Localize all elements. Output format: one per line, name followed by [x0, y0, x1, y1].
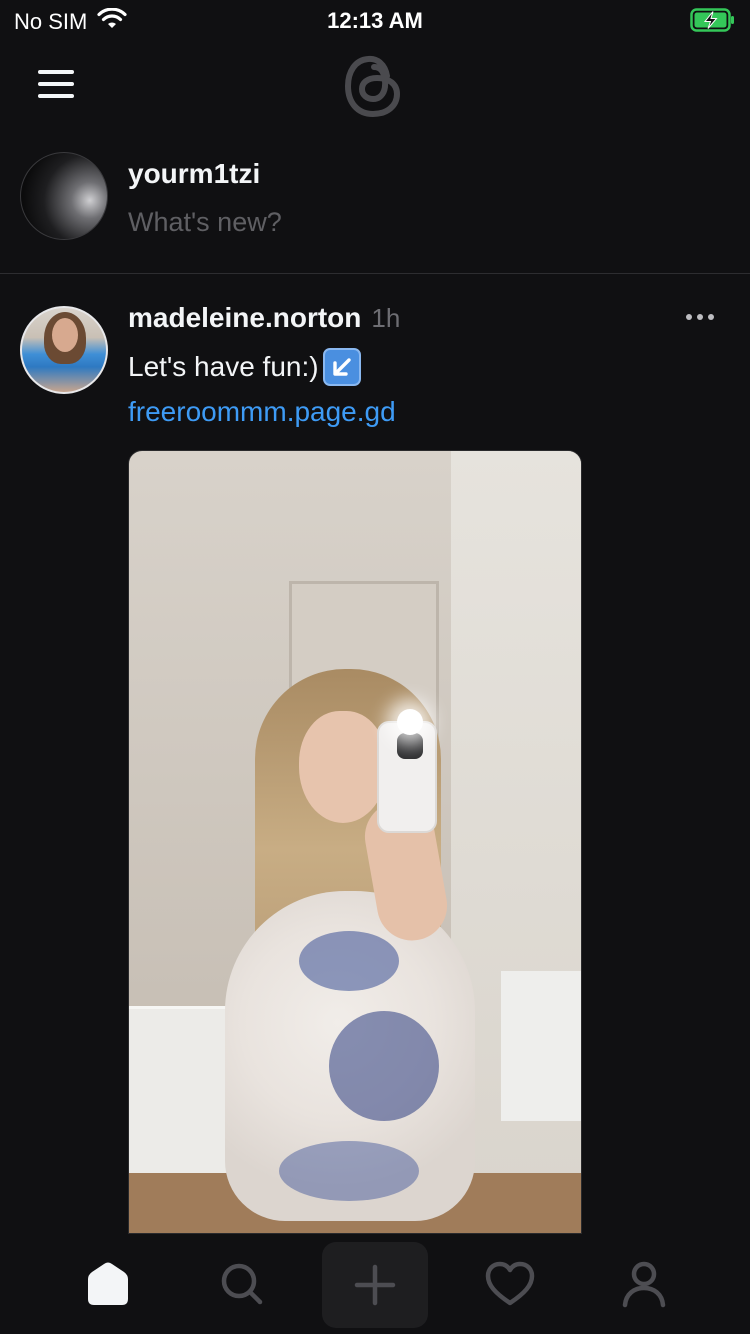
- thread-post: madeleine.norton 1h Let's have fun:) fre…: [0, 274, 750, 1234]
- person-icon[interactable]: [604, 1244, 684, 1324]
- threads-logo-icon[interactable]: [341, 50, 407, 122]
- home-icon[interactable]: [68, 1244, 148, 1324]
- whats-new-input[interactable]: [128, 202, 688, 242]
- post-username[interactable]: madeleine.norton: [128, 302, 361, 334]
- arrow-down-left-emoji: [322, 348, 361, 386]
- plus-icon: [354, 1264, 396, 1306]
- current-username: yourm1tzi: [128, 158, 261, 189]
- post-link[interactable]: freeroommm.page.gd: [128, 396, 396, 428]
- bottom-tab-bar: [0, 1234, 750, 1334]
- status-bar: No SIM 12:13 AM: [0, 0, 750, 42]
- new-thread-composer[interactable]: yourm1tzi: [0, 140, 750, 274]
- post-text: Let's have fun:): [128, 351, 319, 382]
- post-photo[interactable]: [128, 450, 582, 1234]
- post-body: Let's have fun:): [128, 348, 361, 386]
- top-navigation: [0, 42, 750, 132]
- battery-charging-icon: [690, 8, 736, 38]
- search-icon[interactable]: [202, 1244, 282, 1324]
- post-author-avatar[interactable]: [20, 306, 108, 394]
- more-options-icon[interactable]: [686, 314, 720, 326]
- hamburger-menu-icon[interactable]: [30, 64, 82, 104]
- heart-icon[interactable]: [470, 1244, 550, 1324]
- post-timestamp: 1h: [371, 303, 401, 333]
- create-thread-button[interactable]: [322, 1242, 428, 1328]
- current-user-avatar[interactable]: [20, 152, 108, 240]
- status-time: 12:13 AM: [327, 8, 423, 33]
- post-header: madeleine.norton 1h: [128, 302, 400, 334]
